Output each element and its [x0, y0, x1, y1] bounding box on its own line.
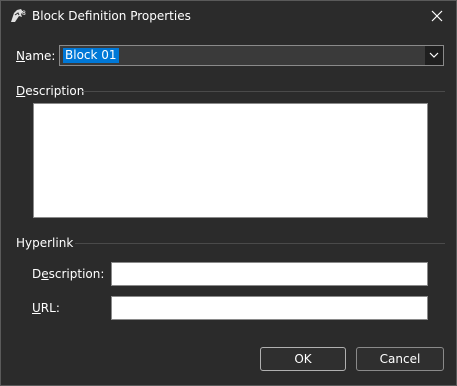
hyperlink-description-input[interactable] [111, 262, 428, 286]
hyperlink-description-label: Description: [32, 267, 105, 281]
description-section-label: Description [16, 84, 85, 98]
name-label: Name: [16, 49, 56, 63]
svg-text:8: 8 [22, 10, 26, 17]
description-divider [81, 91, 445, 92]
name-combobox[interactable]: Block 01 [59, 45, 444, 66]
hyperlink-section-label: Hyperlink [16, 236, 74, 250]
name-value: Block 01 [63, 48, 119, 63]
rhino-app-icon: 8 [11, 9, 26, 22]
hyperlink-divider [75, 243, 445, 244]
cancel-button[interactable]: Cancel [356, 347, 444, 371]
chevron-down-icon[interactable] [425, 46, 443, 65]
title-bar: 8 Block Definition Properties [1, 1, 456, 32]
window-title: Block Definition Properties [32, 9, 191, 23]
description-textarea[interactable] [33, 103, 428, 218]
ok-button[interactable]: OK [260, 347, 346, 371]
dialog-window: 8 Block Definition Properties Name: Bloc… [0, 0, 457, 386]
url-label: URL: [32, 301, 60, 315]
close-icon[interactable] [429, 8, 445, 24]
url-input[interactable] [111, 296, 428, 320]
